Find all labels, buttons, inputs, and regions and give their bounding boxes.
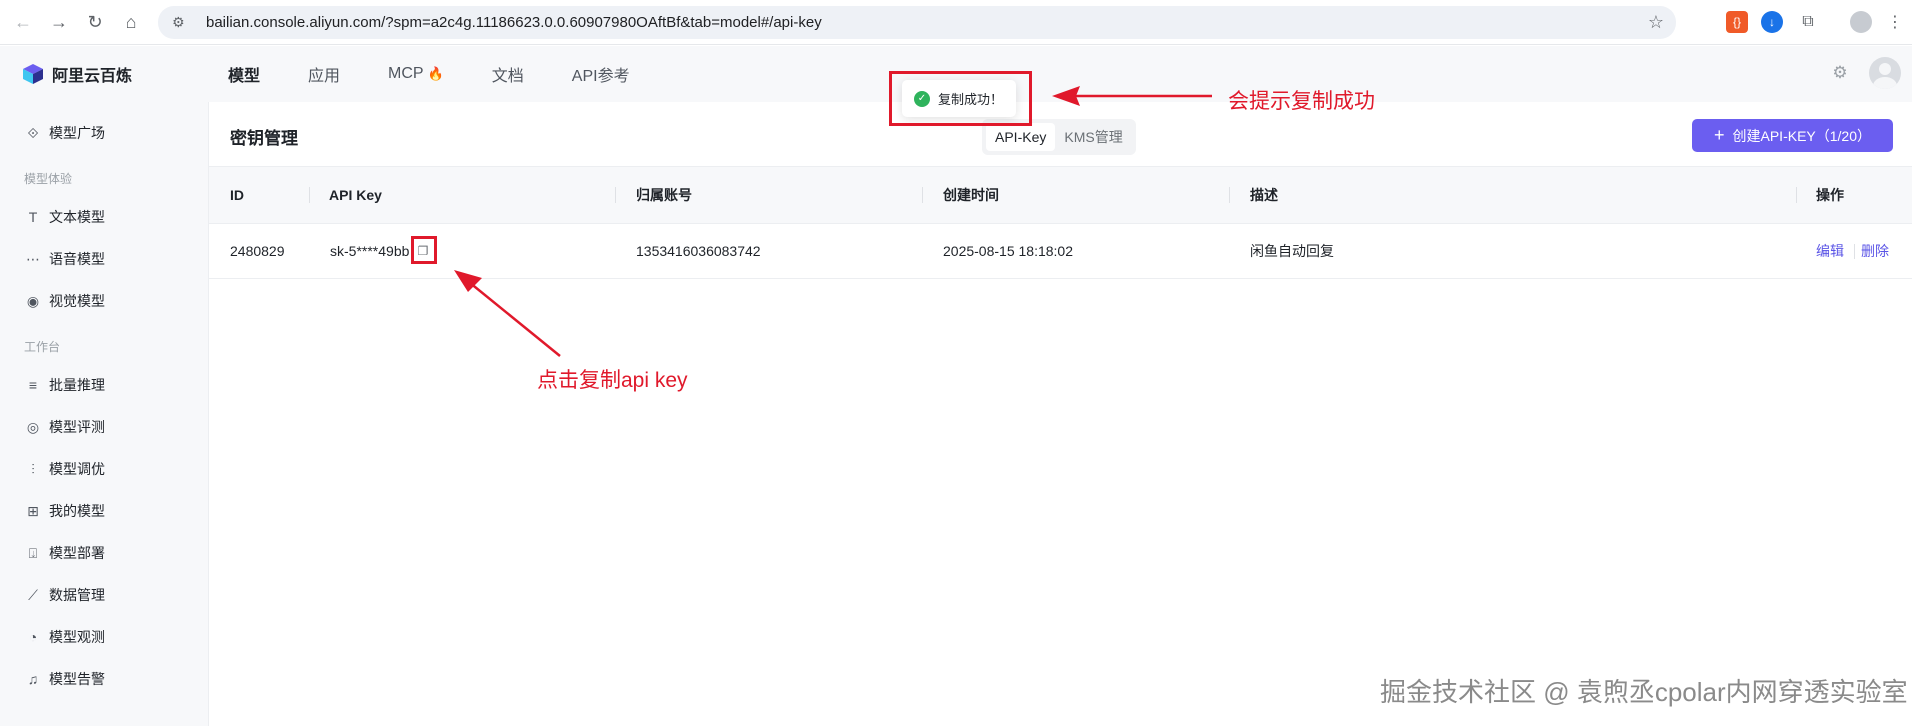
- cell-created: 2025-08-15 18:18:02: [943, 243, 1073, 259]
- camera-icon: ◉: [26, 292, 40, 309]
- nav-api-ref[interactable]: API参考: [572, 62, 630, 86]
- col-actions: 操作: [1816, 187, 1844, 203]
- nav-model[interactable]: 模型: [228, 62, 260, 86]
- main-panel: 密钥管理 API-Key KMS管理 + 创建API-KEY（1/20） ID …: [208, 102, 1912, 726]
- cell-api-key: sk-5****49bb: [330, 243, 410, 259]
- profile-icon[interactable]: [1850, 11, 1872, 33]
- grid-icon: ⊞: [27, 502, 39, 519]
- table-header: ID API Key 归属账号 创建时间 描述 操作: [209, 166, 1912, 224]
- bookmark-star-icon[interactable]: ☆: [1648, 12, 1664, 33]
- tab-api-key[interactable]: API-Key: [986, 123, 1056, 151]
- sidebar-item-label: 文本模型: [49, 209, 105, 225]
- address-bar[interactable]: ⚙ bailian.console.aliyun.com/?spm=a2c4g.…: [158, 6, 1676, 39]
- forward-icon[interactable]: →: [44, 7, 74, 37]
- sidebar-item-model-eval[interactable]: ◎ 模型评测: [24, 415, 105, 439]
- sidebar-item-label: 模型观测: [49, 629, 105, 645]
- col-divider: [615, 187, 616, 203]
- sidebar-item-model-observe[interactable]: ◔ 模型观测: [24, 625, 105, 649]
- nav-apps[interactable]: 应用: [308, 62, 340, 86]
- toast-highlight-box: [889, 71, 1032, 126]
- sidebar-item-label: 模型调优: [49, 461, 105, 477]
- copy-highlight-box: [411, 236, 437, 264]
- sidebar-item-label: 模型广场: [49, 125, 105, 141]
- back-icon[interactable]: ←: [8, 7, 38, 37]
- sidebar-item-my-models[interactable]: ⊞ 我的模型: [24, 499, 105, 523]
- home-icon[interactable]: ⌂: [116, 7, 146, 37]
- cell-description: 闲鱼自动回复: [1250, 243, 1334, 259]
- create-api-key-label: 创建API-KEY（1/20）: [1732, 127, 1872, 144]
- sliders-icon: ⫶: [31, 460, 35, 477]
- sidebar-item-model-deploy[interactable]: ⍗ 模型部署: [24, 541, 105, 565]
- col-created: 创建时间: [943, 187, 999, 203]
- sidebar-item-text-model[interactable]: T 文本模型: [24, 205, 105, 229]
- toast-annotation: 会提示复制成功: [1228, 90, 1375, 113]
- create-api-key-button[interactable]: + 创建API-KEY（1/20）: [1692, 119, 1893, 152]
- sidebar-group-experience: 模型体验: [24, 172, 73, 186]
- sidebar-item-model-square[interactable]: ⟐ 模型广场: [24, 121, 105, 145]
- sidebar-item-voice-model[interactable]: ⋯ 语音模型: [24, 247, 105, 271]
- sidebar-item-label: 模型告警: [49, 671, 105, 687]
- cell-id: 2480829: [230, 243, 285, 259]
- sidebar-item-label: 批量推理: [49, 377, 105, 393]
- sidebar-item-label: 我的模型: [49, 503, 105, 519]
- sidebar-item-label: 视觉模型: [49, 293, 105, 309]
- col-divider: [1796, 187, 1797, 203]
- avatar[interactable]: [1869, 57, 1901, 89]
- waveform-icon: ⋯: [26, 250, 40, 267]
- sidebar-item-label: 模型部署: [49, 545, 105, 561]
- delete-link[interactable]: 删除: [1861, 224, 1889, 279]
- col-divider: [922, 187, 923, 203]
- alert-bell-icon: ♫: [27, 671, 39, 687]
- plus-icon: +: [1713, 125, 1725, 145]
- sidebar-item-model-tune[interactable]: ⫶ 模型调优: [24, 457, 105, 481]
- sidebar-item-data-manage[interactable]: ⟋ 数据管理: [24, 583, 105, 607]
- top-nav: 模型 应用 MCP 🔥 文档 API参考: [228, 46, 678, 102]
- flame-icon: 🔥: [427, 66, 444, 81]
- reload-icon[interactable]: ↻: [80, 7, 110, 37]
- deploy-icon: ⍗: [28, 544, 38, 561]
- chart-line-icon: ⟋: [28, 586, 38, 603]
- logo[interactable]: 阿里云百炼: [22, 62, 132, 86]
- browser-toolbar: ← → ↻ ⌂ ⚙ bailian.console.aliyun.com/?sp…: [0, 0, 1912, 45]
- extension-icon-blue[interactable]: ↓: [1761, 11, 1783, 33]
- sidebar-item-vision-model[interactable]: ◉ 视觉模型: [24, 289, 105, 313]
- sidebar-group-workbench: 工作台: [24, 340, 61, 354]
- compass-icon: ◎: [26, 418, 40, 435]
- bailian-logo-icon: [23, 64, 43, 84]
- col-account: 归属账号: [636, 187, 692, 203]
- sidebar-item-label: 语音模型: [49, 251, 105, 267]
- sidebar: ⟐ 模型广场 模型体验 T 文本模型 ⋯ 语音模型 ◉ 视觉模型 工作台 ≡ 批…: [0, 102, 208, 726]
- col-divider: [1229, 187, 1230, 203]
- tab-kms[interactable]: KMS管理: [1055, 123, 1131, 151]
- logo-text: 阿里云百炼: [52, 68, 133, 85]
- model-square-icon: ⟐: [27, 124, 39, 141]
- sidebar-item-label: 数据管理: [49, 587, 105, 603]
- watermark: 掘金技术社区 @ 袁煦丞cpolar内网穿透实验室: [1380, 677, 1908, 707]
- settings-gear-icon[interactable]: ⚙: [1829, 63, 1851, 85]
- copy-annotation: 点击复制api key: [537, 369, 688, 392]
- batch-list-icon: ≡: [28, 377, 38, 393]
- edit-link[interactable]: 编辑: [1816, 224, 1844, 279]
- col-description: 描述: [1250, 187, 1278, 203]
- nav-mcp-label: MCP: [388, 65, 424, 82]
- extension-icon-orange[interactable]: {}: [1726, 11, 1748, 33]
- action-divider: [1854, 244, 1855, 259]
- extensions-puzzle-icon[interactable]: ⧉: [1797, 11, 1819, 33]
- cell-account: 1353416036083742: [636, 243, 761, 259]
- nav-mcp[interactable]: MCP 🔥: [388, 65, 444, 83]
- menu-icon[interactable]: ⋮: [1884, 11, 1906, 33]
- nav-docs[interactable]: 文档: [492, 62, 524, 86]
- col-divider: [309, 187, 310, 203]
- text-t-icon: T: [28, 209, 38, 225]
- page-title: 密钥管理: [230, 129, 298, 148]
- col-api-key: API Key: [329, 187, 382, 203]
- col-id: ID: [230, 187, 244, 203]
- sidebar-item-batch-inference[interactable]: ≡ 批量推理: [24, 373, 105, 397]
- site-settings-icon[interactable]: ⚙: [172, 14, 194, 31]
- sidebar-item-model-alert[interactable]: ♫ 模型告警: [24, 667, 105, 691]
- pie-chart-icon: ◔: [28, 629, 38, 645]
- url-text: bailian.console.aliyun.com/?spm=a2c4g.11…: [206, 14, 822, 31]
- table-row: 2480829 sk-5****49bb ❐ 1353416036083742 …: [209, 224, 1912, 279]
- sidebar-item-label: 模型评测: [49, 419, 105, 435]
